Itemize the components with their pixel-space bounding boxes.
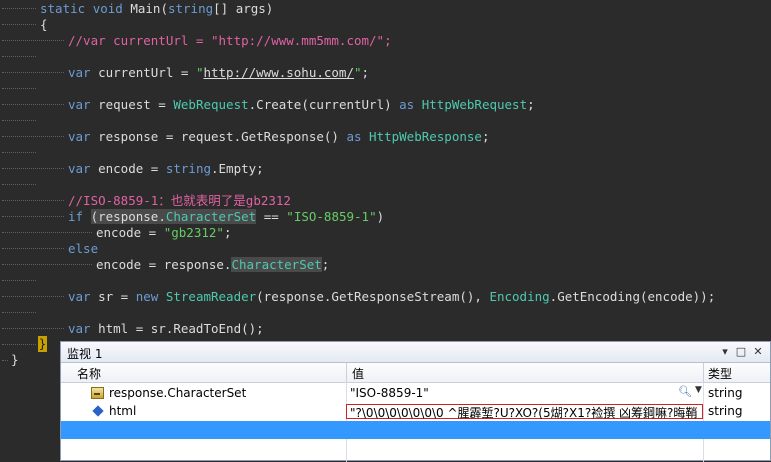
code-line	[0, 337, 36, 353]
close-button[interactable]: ✕	[751, 345, 765, 359]
string-literal: "gb2312"	[163, 225, 224, 240]
property-icon	[91, 387, 104, 399]
punctuation: ;	[481, 129, 490, 144]
code-line: if (response.CharacterSet == "ISO-8859-1…	[0, 209, 384, 225]
identifier: response	[98, 209, 159, 224]
url-link[interactable]: http://www.sohu.com/	[203, 65, 354, 80]
identifier: encode =	[90, 161, 166, 176]
punctuation: (	[160, 1, 168, 16]
maximize-button[interactable]: □	[734, 345, 748, 359]
keyword: var	[68, 321, 91, 336]
punctuation: )	[376, 209, 385, 224]
identifier: response = request.GetResponse()	[90, 129, 347, 144]
chevron-down-icon[interactable]: ▼	[695, 385, 702, 395]
identifier: request =	[90, 97, 174, 112]
identifier: html = sr.ReadToEnd();	[90, 321, 264, 336]
watch-header: 名称 值 类型	[61, 363, 770, 383]
keyword: var	[68, 129, 91, 144]
field-icon	[92, 405, 104, 417]
keyword: var	[68, 65, 91, 80]
close-brace: }	[11, 352, 19, 367]
identifier: currentUrl =	[90, 65, 196, 80]
identifier: encode =	[96, 225, 164, 240]
arguments: (response.GetResponseStream(),	[256, 289, 490, 304]
code-line: encode = "gb2312";	[0, 225, 231, 241]
column-header-type[interactable]: 类型	[708, 365, 732, 382]
watch-row-value: "ISO-8859-1"	[350, 386, 429, 400]
keyword: new	[135, 289, 159, 304]
code-line: //var currentUrl = "http://www.mm5mm.com…	[0, 33, 392, 49]
column-header-name[interactable]: 名称	[77, 365, 101, 382]
punctuation: .	[158, 209, 166, 224]
watch-title-bar[interactable]: 监视 1 ▾ □ ✕	[61, 342, 770, 363]
watch-row[interactable]: html "?\0\0\0\0\0\0\0 ^腥霹堑?U?XO?(5煳?X1?裣…	[61, 403, 770, 421]
watch-row-name: html	[109, 404, 137, 418]
comment: //var currentUrl = "http://www.mm5mm.com…	[68, 33, 392, 48]
watch-row-name: response.CharacterSet	[109, 386, 247, 400]
code-line: var sr = new StreamReader(response.GetRe…	[0, 289, 715, 305]
keyword: string	[167, 1, 214, 16]
keyword: as	[399, 97, 415, 112]
type-name: StreamReader	[165, 289, 257, 304]
type-name: Encoding	[489, 289, 550, 304]
matched-brace: }	[38, 336, 47, 352]
code-line: var currentUrl = "http://www.sohu.com/";	[0, 65, 369, 81]
watch-row-type: string	[708, 404, 743, 418]
keyword: as	[346, 129, 362, 144]
watch-row-type: string	[708, 386, 743, 400]
punctuation: (	[90, 209, 99, 224]
keyword: void	[92, 1, 123, 16]
punctuation: ;	[527, 97, 535, 112]
property-name: CharacterSet	[231, 257, 322, 272]
keyword: var	[68, 289, 91, 304]
code-line: else	[0, 241, 98, 257]
method-call: .GetEncoding(encode));	[549, 289, 716, 304]
operator: ==	[256, 209, 287, 224]
code-line: {	[0, 17, 48, 33]
keyword: var	[68, 161, 91, 176]
code-line: var encode = string.Empty;	[0, 161, 264, 177]
keyword: var	[68, 97, 91, 112]
identifier: sr =	[90, 289, 136, 304]
identifier: encode = response.	[96, 257, 232, 272]
quote: "	[353, 65, 362, 80]
keyword: static	[40, 1, 86, 16]
keyword: if	[68, 209, 84, 224]
keyword: else	[68, 241, 99, 256]
code-line: var response = request.GetResponse() as …	[0, 129, 489, 145]
code-line: encode = response.CharacterSet;	[0, 257, 329, 273]
comment: //ISO-8859-1：也就表明了是gb2312	[68, 193, 291, 208]
method-call: .Create(currentUrl)	[248, 97, 400, 112]
type-name: HttpWebResponse	[369, 129, 482, 144]
code-line: var html = sr.ReadToEnd();	[0, 321, 264, 337]
window-dropdown-button[interactable]: ▾	[718, 345, 732, 359]
column-header-value[interactable]: 值	[352, 365, 364, 382]
watch-new-row[interactable]	[61, 421, 770, 439]
string-literal: "ISO-8859-1"	[286, 209, 377, 224]
watch-title: 监视 1	[67, 347, 103, 361]
type-name: WebRequest	[173, 97, 249, 112]
code-line: var request = WebRequest.Create(currentU…	[0, 97, 535, 113]
member-access: .Empty;	[211, 161, 264, 176]
watch-row-value: "?\0\0\0\0\0\0\0 ^腥霹堑?U?XO?(5煳?X1?裣撰 凶筹鋼…	[350, 406, 702, 420]
type-name: HttpWebRequest	[421, 97, 528, 112]
parameters: [] args)	[213, 1, 274, 16]
watch-row[interactable]: response.CharacterSet "ISO-8859-1" 🔍︎ ▼ …	[61, 385, 770, 403]
punctuation: ;	[321, 257, 330, 272]
punctuation: ;	[361, 65, 370, 80]
punctuation: ;	[223, 225, 232, 240]
code-line: static void Main(string[] args)	[0, 1, 273, 17]
code-line: //ISO-8859-1：也就表明了是gb2312	[0, 193, 291, 209]
magnifier-icon[interactable]: 🔍︎	[678, 385, 692, 398]
open-brace: {	[40, 17, 48, 32]
keyword: string	[165, 161, 211, 176]
watch-window[interactable]: 监视 1 ▾ □ ✕ 名称 值 类型 response.CharacterSet…	[60, 341, 771, 462]
method-name: Main	[130, 1, 161, 16]
property-name: CharacterSet	[165, 209, 257, 224]
